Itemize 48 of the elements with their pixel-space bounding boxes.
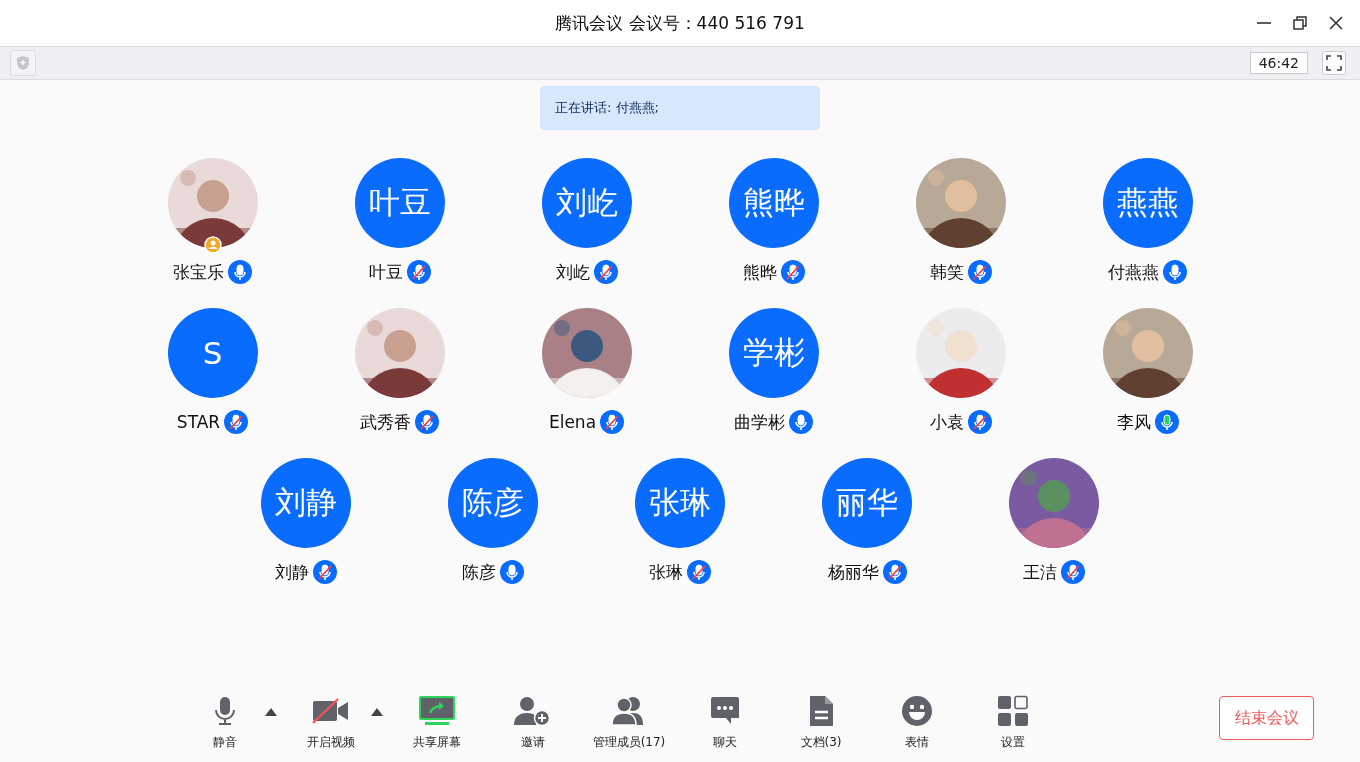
avatar: 学彬: [728, 308, 819, 398]
participant-name: 李风: [1116, 410, 1151, 434]
toolbar-button[interactable]: 管理成员(17): [581, 693, 677, 751]
toolbar-button[interactable]: 邀请: [485, 693, 581, 751]
participant-name: 付燕燕: [1108, 260, 1159, 284]
toolbar-button[interactable]: 表情: [869, 693, 965, 751]
caret-icon[interactable]: [265, 707, 277, 716]
participant-name: 张宝乐: [173, 260, 224, 284]
participant-name: 刘静: [275, 560, 309, 584]
restore-icon[interactable]: [1292, 15, 1308, 31]
participant-name: 韩笑: [929, 260, 964, 284]
participant-name: 王洁: [1023, 560, 1057, 584]
toolbar-button[interactable]: 开启视频: [283, 693, 379, 751]
participant-name: Elena: [548, 412, 597, 432]
fullscreen-icon[interactable]: [1322, 51, 1346, 75]
participant-name: 刘屹: [555, 260, 590, 284]
participant-name: STAR: [176, 412, 221, 432]
avatar: 刘屹: [541, 158, 632, 248]
caret-icon[interactable]: [371, 707, 383, 716]
meeting-timer: 46:42: [1249, 52, 1308, 74]
avatar: 燕燕: [1102, 158, 1193, 248]
speaking-banner: 正在讲话: 付燕燕;: [540, 86, 820, 130]
avatar: S: [167, 308, 258, 398]
smiley-icon: [901, 693, 933, 728]
toolbar-button[interactable]: 共享屏幕: [389, 693, 485, 751]
avatar: 刘静: [261, 458, 351, 548]
participant-name: 张琳: [649, 560, 683, 584]
avatar: 张琳: [635, 458, 725, 548]
participant-name: 陈彦: [462, 560, 496, 584]
participant-name: 小袁: [929, 410, 964, 434]
toolbar-button[interactable]: 静音: [177, 693, 273, 751]
participant-name: 叶豆: [368, 260, 403, 284]
document-icon: [807, 693, 835, 728]
toolbar-button[interactable]: 文档(3): [773, 693, 869, 751]
avatar: 叶豆: [354, 158, 445, 248]
toolbar-button[interactable]: 设置: [965, 693, 1061, 751]
screen-share-icon: [418, 693, 456, 728]
close-icon[interactable]: [1328, 15, 1344, 31]
toolbar-button[interactable]: 聊天: [677, 693, 773, 751]
window-title: 腾讯会议 会议号：440 516 791: [555, 11, 805, 35]
settings-icon: [997, 693, 1029, 728]
avatar: 熊晔: [728, 158, 819, 248]
avatar: 丽华: [822, 458, 912, 548]
participant-name: 杨丽华: [827, 560, 879, 584]
participant-name: 熊晔: [742, 260, 777, 284]
avatar: 陈彦: [448, 458, 538, 548]
participant-name: 武秀香: [360, 410, 411, 434]
participant-name: 曲学彬: [734, 410, 785, 434]
